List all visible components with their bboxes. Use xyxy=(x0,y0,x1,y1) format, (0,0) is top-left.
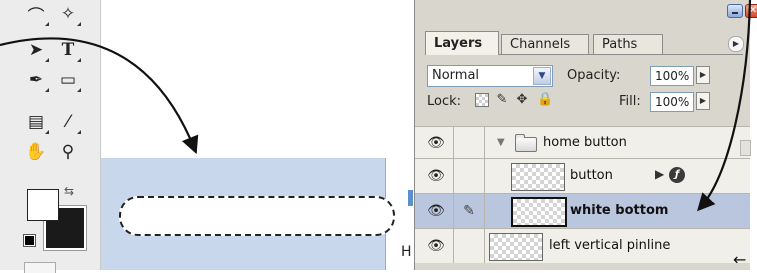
expand-triangle-icon[interactable]: ▼ xyxy=(497,137,505,148)
layer-name: button xyxy=(570,168,613,183)
opacity-input[interactable]: 100% xyxy=(650,66,694,86)
scrollbar-thumb[interactable] xyxy=(740,140,751,156)
effects-expand-triangle-icon[interactable]: ▶ xyxy=(655,167,664,181)
layer-thumbnail xyxy=(511,197,567,227)
fill-input[interactable]: 100% xyxy=(650,92,694,112)
notes-tool-icon[interactable]: ▤ xyxy=(22,108,50,136)
visibility-eye-icon[interactable]: 👁 xyxy=(419,229,454,263)
minimize-button[interactable] xyxy=(727,4,743,18)
tab-paths[interactable]: Paths xyxy=(593,34,663,54)
lasso-icon[interactable]: ⌒ xyxy=(22,0,50,28)
blend-mode-select[interactable]: Normal ▼ xyxy=(427,65,553,87)
panel-tabs: Layers Channels Paths xyxy=(425,31,725,55)
brush-edit-icon[interactable]: ✎ xyxy=(454,194,485,228)
hand-tool-icon[interactable]: ✋ xyxy=(22,138,50,166)
lock-label: Lock: xyxy=(427,94,462,109)
path-selection-icon[interactable]: ➤ xyxy=(22,36,50,64)
opacity-slider-arrow-icon[interactable]: ▶ xyxy=(696,66,710,84)
tab-layers[interactable]: Layers xyxy=(425,31,499,55)
visibility-eye-icon[interactable]: 👁 xyxy=(419,127,454,158)
quick-mask-mode-button[interactable] xyxy=(24,262,56,273)
tab-channels[interactable]: Channels xyxy=(501,34,589,54)
lock-pixels-brush-icon[interactable]: ✎ xyxy=(495,93,509,107)
layer-name: home button xyxy=(543,135,627,150)
lock-position-move-icon[interactable]: ✥ xyxy=(515,93,529,107)
folder-icon xyxy=(515,134,537,152)
fill-slider-arrow-icon[interactable]: ▶ xyxy=(696,92,710,110)
visibility-eye-icon[interactable]: 👁 xyxy=(419,159,454,193)
panel-menu-arrow-icon[interactable]: ▶ xyxy=(728,36,744,52)
zoom-tool-icon[interactable]: ⚲ xyxy=(54,138,82,166)
layer-thumbnail xyxy=(511,163,565,191)
default-colors-icon[interactable] xyxy=(23,234,36,247)
opacity-label: Opacity: xyxy=(567,68,621,83)
layer-row-home-button[interactable]: 👁 ▼ home button xyxy=(415,126,750,158)
magic-wand-icon[interactable]: ✧ xyxy=(54,0,82,28)
swap-colors-icon[interactable]: ⇆ xyxy=(64,184,74,198)
edge-text-fragment: H xyxy=(401,244,412,260)
layers-panel: ✕ Layers Channels Paths ▶ Normal ▼ Opaci… xyxy=(414,0,757,270)
dropdown-arrow-icon[interactable]: ▼ xyxy=(533,67,551,85)
layer-row-button[interactable]: 👁 button ▶ ƒ xyxy=(415,158,750,193)
foreground-color-swatch[interactable] xyxy=(27,189,59,221)
layer-name: left vertical pinline xyxy=(549,238,671,253)
layer-effects-icon[interactable]: ƒ xyxy=(669,167,685,183)
visibility-eye-icon[interactable]: 👁 xyxy=(419,194,454,228)
guide-marker xyxy=(408,190,413,206)
rectangle-shape-icon[interactable]: ▭ xyxy=(54,66,82,94)
lock-transparency-icon[interactable] xyxy=(475,93,489,107)
close-button[interactable]: ✕ xyxy=(745,4,757,18)
annotation-left-arrow: ← xyxy=(733,250,747,269)
layer-thumbnail xyxy=(489,233,543,261)
link-slot[interactable] xyxy=(454,229,485,263)
link-slot[interactable] xyxy=(454,159,485,193)
layer-row-white-bottom[interactable]: 👁 ✎ white bottom xyxy=(415,193,750,228)
pen-tool-icon[interactable]: ✒ xyxy=(22,66,50,94)
lock-all-padlock-icon[interactable]: 🔒 xyxy=(537,93,553,107)
link-slot[interactable] xyxy=(454,127,485,158)
eyedropper-icon[interactable]: ⁄ xyxy=(54,108,82,136)
layer-name: white bottom xyxy=(570,203,669,218)
blend-mode-value: Normal xyxy=(432,68,480,83)
tools-panel: ⌒ ✧ ➤ T ✒ ▭ ▤ ⁄ ✋ ⚲ ⇆ xyxy=(0,0,101,273)
fill-label: Fill: xyxy=(619,94,641,109)
white-bottom-pill-shape[interactable] xyxy=(119,196,395,236)
layer-row-left-vertical-pinline[interactable]: 👁 left vertical pinline xyxy=(415,228,750,263)
type-tool-icon[interactable]: T xyxy=(54,36,82,64)
